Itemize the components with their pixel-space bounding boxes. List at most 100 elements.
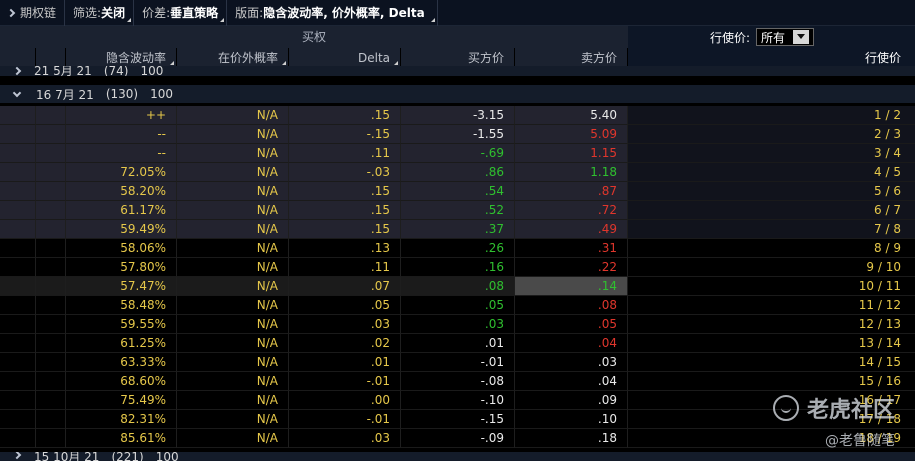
spread-menu[interactable]: 价差: 垂直策略: [134, 0, 228, 26]
expiry-row[interactable]: 15 10月 21 (221) 100: [0, 452, 915, 461]
bid-cell[interactable]: -3.15: [401, 106, 515, 125]
col-ask-header[interactable]: 卖方价: [515, 48, 628, 68]
ask-cell[interactable]: .03: [515, 353, 628, 372]
col-prob-otm-header[interactable]: 在价外概率: [177, 48, 289, 68]
bid-cell[interactable]: .26: [401, 239, 515, 258]
layout-menu[interactable]: 版面: 隐含波动率, 价外概率, Delta: [227, 0, 438, 26]
bid-cell[interactable]: -.09: [401, 429, 515, 448]
ask-cell[interactable]: 1.15: [515, 144, 628, 163]
row-spacer: [36, 410, 66, 429]
spread-value: 垂直策略: [170, 6, 219, 20]
ask-cell[interactable]: .08: [515, 296, 628, 315]
bid-cell[interactable]: -.15: [401, 410, 515, 429]
table-row[interactable]: 58.48% N/A .05.05.08 11 / 12: [0, 296, 915, 315]
prob-otm-cell: N/A: [177, 372, 289, 391]
row-spacer: [36, 106, 66, 125]
bid-cell[interactable]: -.69: [401, 144, 515, 163]
menu-corner-icon: [127, 17, 132, 22]
ask-cell[interactable]: .14: [515, 277, 628, 296]
row-spacer: [0, 410, 36, 429]
row-spacer: [0, 372, 36, 391]
iv-cell: --: [66, 125, 177, 144]
table-row[interactable]: 59.49% N/A .15.37.49 7 / 8: [0, 220, 915, 239]
dropdown-arrow-icon[interactable]: [793, 30, 810, 44]
table-row[interactable]: 59.55% N/A .03.03.05 12 / 13: [0, 315, 915, 334]
prob-otm-cell: N/A: [177, 410, 289, 429]
strike-cell: 11 / 12: [628, 296, 915, 315]
iv-cell: 61.25%: [66, 334, 177, 353]
expiry-row[interactable]: 16 7月 21 (130) 100: [0, 85, 915, 103]
prob-otm-cell: N/A: [177, 391, 289, 410]
bid-cell[interactable]: .37: [401, 220, 515, 239]
ask-cell[interactable]: .22: [515, 258, 628, 277]
ask-cell[interactable]: 1.18: [515, 163, 628, 182]
strike-filter-select[interactable]: 所有: [756, 28, 815, 46]
table-row[interactable]: -- N/A -.15 -1.55 5.09 2 / 3: [0, 125, 915, 144]
bid-cell[interactable]: -.08: [401, 372, 515, 391]
table-row[interactable]: ++ N/A .15 -3.15 5.40 1 / 2: [0, 106, 915, 125]
row-spacer: [0, 334, 36, 353]
watermark-brand: 老虎社区: [806, 398, 895, 423]
bid-cell[interactable]: .52: [401, 201, 515, 220]
row-spacer: [0, 201, 36, 220]
chevron-right-icon: [12, 452, 22, 460]
bid-cell[interactable]: -.10: [401, 391, 515, 410]
ask-cell[interactable]: .04: [515, 372, 628, 391]
delta-cell: .03: [289, 429, 401, 448]
row-spacer: [0, 163, 36, 182]
table-row[interactable]: 72.05% N/A -.03.86 1.18 4 / 5: [0, 163, 915, 182]
bid-cell[interactable]: .16: [401, 258, 515, 277]
bid-cell[interactable]: .03: [401, 315, 515, 334]
delta-cell: .03: [289, 315, 401, 334]
table-row[interactable]: 63.33% N/A .01 -.01.03 14 / 15: [0, 353, 915, 372]
ask-cell[interactable]: .04: [515, 334, 628, 353]
strike-cell: 13 / 14: [628, 334, 915, 353]
ask-cell[interactable]: .72: [515, 201, 628, 220]
col-strike-header: 行使价: [628, 48, 915, 68]
strike-cell: 12 / 13: [628, 315, 915, 334]
delta-cell: .15: [289, 201, 401, 220]
bid-cell[interactable]: .08: [401, 277, 515, 296]
prob-otm-cell: N/A: [177, 315, 289, 334]
ask-cell[interactable]: .31: [515, 239, 628, 258]
expiry-days: (130): [105, 87, 139, 101]
ask-cell[interactable]: 5.09: [515, 125, 628, 144]
ask-cell[interactable]: .49: [515, 220, 628, 239]
col-bid-header[interactable]: 买方价: [401, 48, 515, 68]
table-row[interactable]: -- N/A .11 -.69 1.15 3 / 4: [0, 144, 915, 163]
option-chain-toggle[interactable]: 期权链: [0, 0, 66, 26]
filter-menu[interactable]: 筛选: 关闭: [65, 0, 135, 26]
table-row[interactable]: 57.80% N/A .11.16.22 9 / 10: [0, 258, 915, 277]
expiry-row[interactable]: 21 5月 21 (74) 100: [0, 66, 915, 76]
table-row[interactable]: 61.25% N/A .02.01.04 13 / 14: [0, 334, 915, 353]
prob-otm-cell: N/A: [177, 277, 289, 296]
bid-cell[interactable]: .05: [401, 296, 515, 315]
ask-cell[interactable]: 5.40: [515, 106, 628, 125]
row-spacer: [36, 372, 66, 391]
bid-cell[interactable]: .01: [401, 334, 515, 353]
ask-cell[interactable]: .09: [515, 391, 628, 410]
table-row[interactable]: 57.47% N/A .07.08.14 10 / 11: [0, 277, 915, 296]
table-row[interactable]: 61.17% N/A .15.52.72 6 / 7: [0, 201, 915, 220]
prob-otm-cell: N/A: [177, 106, 289, 125]
col-iv-header[interactable]: 隐含波动率: [66, 48, 177, 68]
col-iv-label: 隐含波动率: [105, 51, 166, 65]
ask-cell[interactable]: .10: [515, 410, 628, 429]
ask-cell[interactable]: .87: [515, 182, 628, 201]
iv-cell: 85.61%: [66, 429, 177, 448]
bid-cell[interactable]: .86: [401, 163, 515, 182]
ask-cell[interactable]: .05: [515, 315, 628, 334]
table-row[interactable]: 68.60% N/A -.01 -.08.04 15 / 16: [0, 372, 915, 391]
row-spacer: [0, 239, 36, 258]
expiry-multiplier: 100: [140, 66, 164, 76]
col-delta-header[interactable]: Delta: [289, 48, 401, 68]
watermark: 老虎社区 @老鲁随笔: [772, 392, 895, 450]
ask-cell[interactable]: .18: [515, 429, 628, 448]
row-spacer: [36, 353, 66, 372]
bid-cell[interactable]: -.01: [401, 353, 515, 372]
table-row[interactable]: 58.06% N/A .13.26.31 8 / 9: [0, 239, 915, 258]
bid-cell[interactable]: .54: [401, 182, 515, 201]
table-row[interactable]: 58.20% N/A .15.54.87 5 / 6: [0, 182, 915, 201]
bid-cell[interactable]: -1.55: [401, 125, 515, 144]
iv-cell: 61.17%: [66, 201, 177, 220]
